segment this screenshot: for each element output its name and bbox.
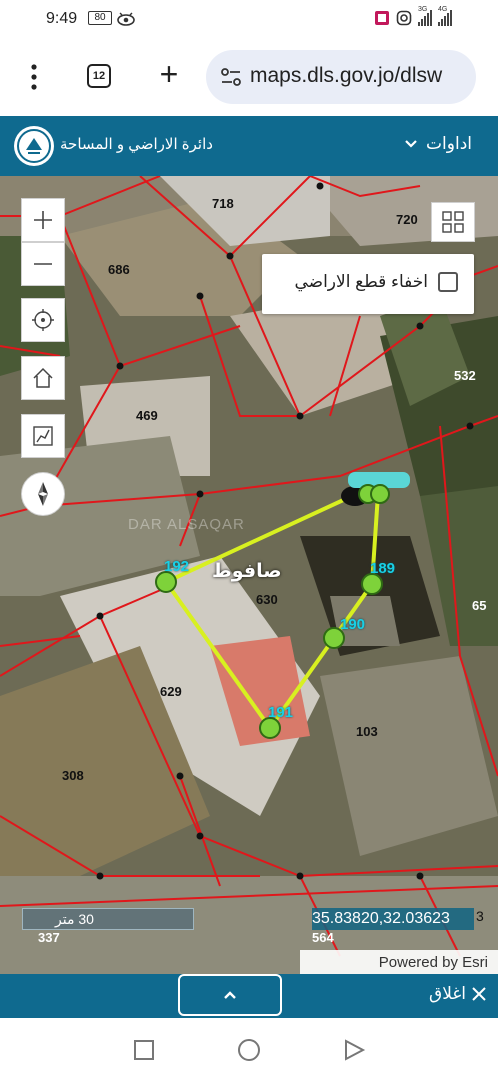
coordinate-text: 35.83820,32.03623 [312, 910, 450, 927]
battery-icon: 80 [88, 11, 112, 25]
close-button[interactable]: اغلاق [429, 984, 488, 1004]
coordinate-readout: 35.83820,32.03623 [312, 908, 474, 930]
hide-parcels-label: اخفاء قطع الاراضي [294, 272, 428, 291]
layer-toggle-panel: اخفاء قطع الاراضي [262, 254, 474, 314]
point-label: 189 [370, 560, 396, 577]
home-icon [33, 367, 53, 388]
parcel-label: 718 [212, 196, 234, 211]
minus-icon [34, 263, 52, 265]
compass-icon [38, 482, 48, 506]
parcel-label: 686 [108, 262, 130, 277]
dls-logo [14, 126, 54, 166]
hide-parcels-checkbox[interactable] [438, 272, 458, 292]
logo-emblem-icon [17, 129, 51, 163]
parcel-label: 629 [160, 684, 182, 699]
grid-icon [442, 211, 464, 233]
parcel-label: 720 [396, 212, 418, 227]
close-label: اغلاق [429, 984, 466, 1003]
close-icon [472, 987, 486, 1001]
browser-toolbar: 12 + maps.dls.gov.jo/dlsw [0, 38, 498, 116]
measure-button[interactable] [21, 414, 65, 458]
more-menu-icon[interactable] [26, 62, 42, 92]
parcel-label: 469 [136, 408, 158, 423]
zoom-in-button[interactable] [21, 198, 65, 242]
crosshair-icon [32, 309, 54, 331]
watermark: DAR ALSAQAR [128, 516, 245, 533]
status-right: 3G 4G [374, 6, 452, 26]
tab-switcher-button[interactable]: 12 [87, 64, 111, 88]
site-settings-icon[interactable] [220, 67, 242, 87]
measure-icon [33, 426, 53, 446]
eye-icon [117, 12, 135, 26]
scale-text: 30 متر [55, 911, 94, 927]
point-label: 190 [340, 616, 366, 633]
tools-label: اداوات [426, 134, 472, 153]
zoom-out-button[interactable] [21, 242, 65, 286]
signal-icon-1: 3G [418, 6, 432, 26]
signal-icon-2: 4G [438, 6, 452, 26]
tools-menu[interactable]: اداوات [404, 134, 472, 154]
new-tab-button[interactable]: + [156, 58, 182, 90]
status-bar: 9:49 80 3G 4G [0, 0, 498, 38]
chevron-down-icon [405, 140, 417, 148]
parcel-label: 103 [356, 724, 378, 739]
url-text: maps.dls.gov.jo/dlsw [250, 64, 443, 87]
system-nav-bar [0, 1018, 498, 1080]
parcel-label: 564 [312, 930, 334, 945]
bottom-panel-bar: اغلاق [0, 974, 498, 1018]
parcel-label: 337 [38, 930, 60, 945]
back-icon[interactable] [342, 1038, 366, 1062]
town-label: صافوط [212, 561, 282, 582]
compass-button[interactable] [21, 472, 65, 516]
scale-bar: 30 متر [22, 908, 194, 930]
screen: 9:49 80 3G 4G 12 + maps.dls.gov.jo/dlsw … [0, 0, 498, 1080]
home-button[interactable] [21, 356, 65, 400]
coordinate-tail: 3 [476, 908, 484, 924]
parcel-label: 532 [454, 368, 476, 383]
page-title: دائرة الاراضي و المساحة [60, 136, 213, 153]
parcel-label: 630 [256, 592, 278, 607]
locate-button[interactable] [21, 298, 65, 342]
notification-app-icon [375, 11, 389, 25]
address-bar[interactable]: maps.dls.gov.jo/dlsw [206, 50, 476, 104]
point-label: 192 [164, 558, 190, 575]
home-nav-icon[interactable] [237, 1038, 261, 1062]
basemap-gallery-button[interactable] [431, 202, 475, 242]
instagram-icon [396, 10, 412, 26]
chevron-up-icon [224, 991, 236, 999]
parcel-label: 308 [62, 768, 84, 783]
parcel-label: 65 [472, 598, 487, 613]
status-time: 9:49 [46, 10, 78, 27]
point-label: 191 [268, 704, 294, 721]
attribution-text: Powered by Esri [378, 954, 488, 971]
attribution-bar: Powered by Esri [300, 950, 498, 974]
plus-icon [34, 211, 52, 229]
expand-panel-button[interactable] [178, 974, 282, 1016]
app-header: دائرة الاراضي و المساحة اداوات [0, 116, 498, 176]
map-view[interactable]: اخفاء قطع الاراضي 718 720 686 532 469 63… [0, 176, 498, 974]
recents-icon[interactable] [132, 1038, 156, 1062]
